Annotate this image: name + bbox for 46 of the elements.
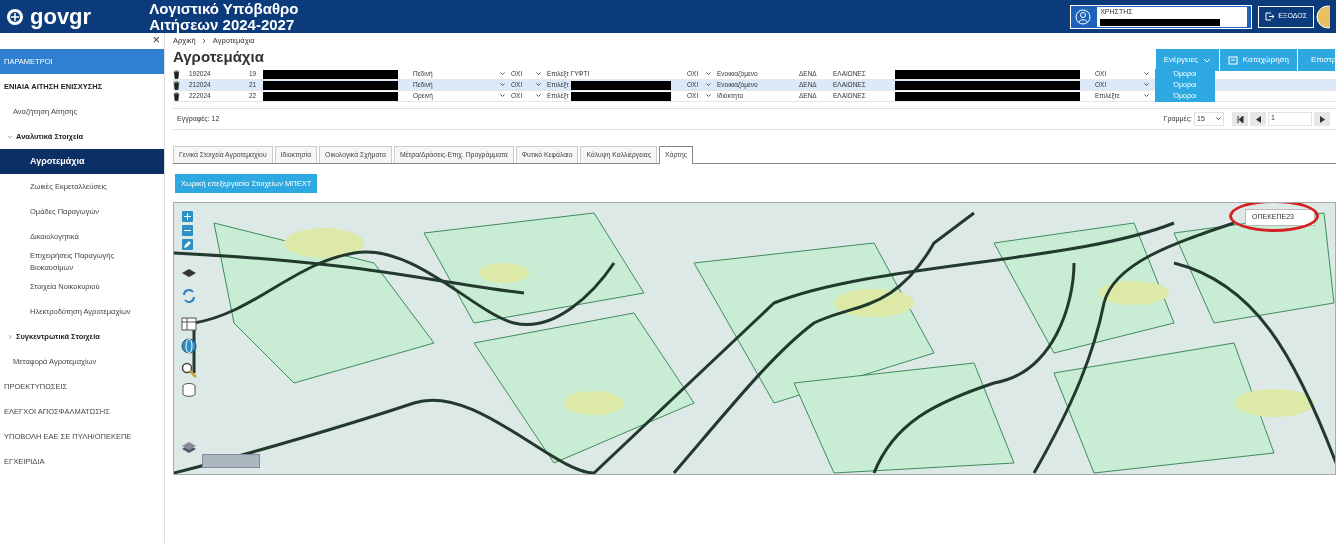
caret-icon <box>500 72 505 76</box>
logo: govgr <box>30 5 92 28</box>
chevron-down-icon <box>7 133 13 140</box>
zoom-out-button[interactable] <box>182 225 193 236</box>
caret-icon <box>500 83 505 87</box>
globe-icon[interactable] <box>180 337 198 355</box>
next-page-icon <box>1318 115 1326 123</box>
previous-page-icon <box>1254 115 1262 123</box>
caret-icon <box>1144 83 1149 87</box>
cylinder-icon[interactable] <box>180 381 198 399</box>
scale-bar <box>202 454 260 468</box>
zoom-in-button[interactable] <box>182 211 193 222</box>
caret-icon <box>536 72 541 76</box>
trash-icon[interactable] <box>173 69 180 79</box>
search-icon[interactable] <box>180 361 198 379</box>
table-icon[interactable] <box>180 315 198 333</box>
caret-icon <box>1144 94 1149 98</box>
chevron-right-icon <box>7 333 13 340</box>
exit-icon <box>1265 12 1275 21</box>
first-page-icon <box>1236 115 1244 123</box>
zoom-in-icon <box>182 211 193 222</box>
caret-icon <box>536 83 541 87</box>
user-icon <box>1075 8 1092 25</box>
pencil-button[interactable] <box>182 239 193 250</box>
caret-icon <box>706 94 711 98</box>
caret-icon <box>1202 56 1211 64</box>
emblem-icon <box>6 7 24 26</box>
caret-icon <box>1216 117 1221 121</box>
caret-icon <box>536 94 541 98</box>
caret-icon <box>500 94 505 98</box>
previous-page-button[interactable] <box>1250 112 1266 126</box>
caret-icon <box>706 72 711 76</box>
first-page-button[interactable] <box>1232 112 1248 126</box>
trash-icon[interactable] <box>173 91 180 101</box>
close-button[interactable]: × <box>152 33 160 49</box>
pencil-icon <box>182 239 193 250</box>
seal-icon <box>1314 4 1330 29</box>
tray-icon <box>1227 55 1238 65</box>
next-page-button[interactable] <box>1314 112 1330 126</box>
caret-icon <box>706 83 711 87</box>
sidebar-item[interactable]: Αγροτεμάχια <box>0 149 164 174</box>
app-title: Λογιστικό Υπόβαθρο Αιτήσεων 2024-2027 <box>149 0 299 33</box>
chevron-right-icon <box>201 38 207 44</box>
page-title: Αγροτεμάχια <box>173 49 264 65</box>
caret-icon <box>1144 72 1149 76</box>
trash-icon[interactable] <box>173 80 180 90</box>
